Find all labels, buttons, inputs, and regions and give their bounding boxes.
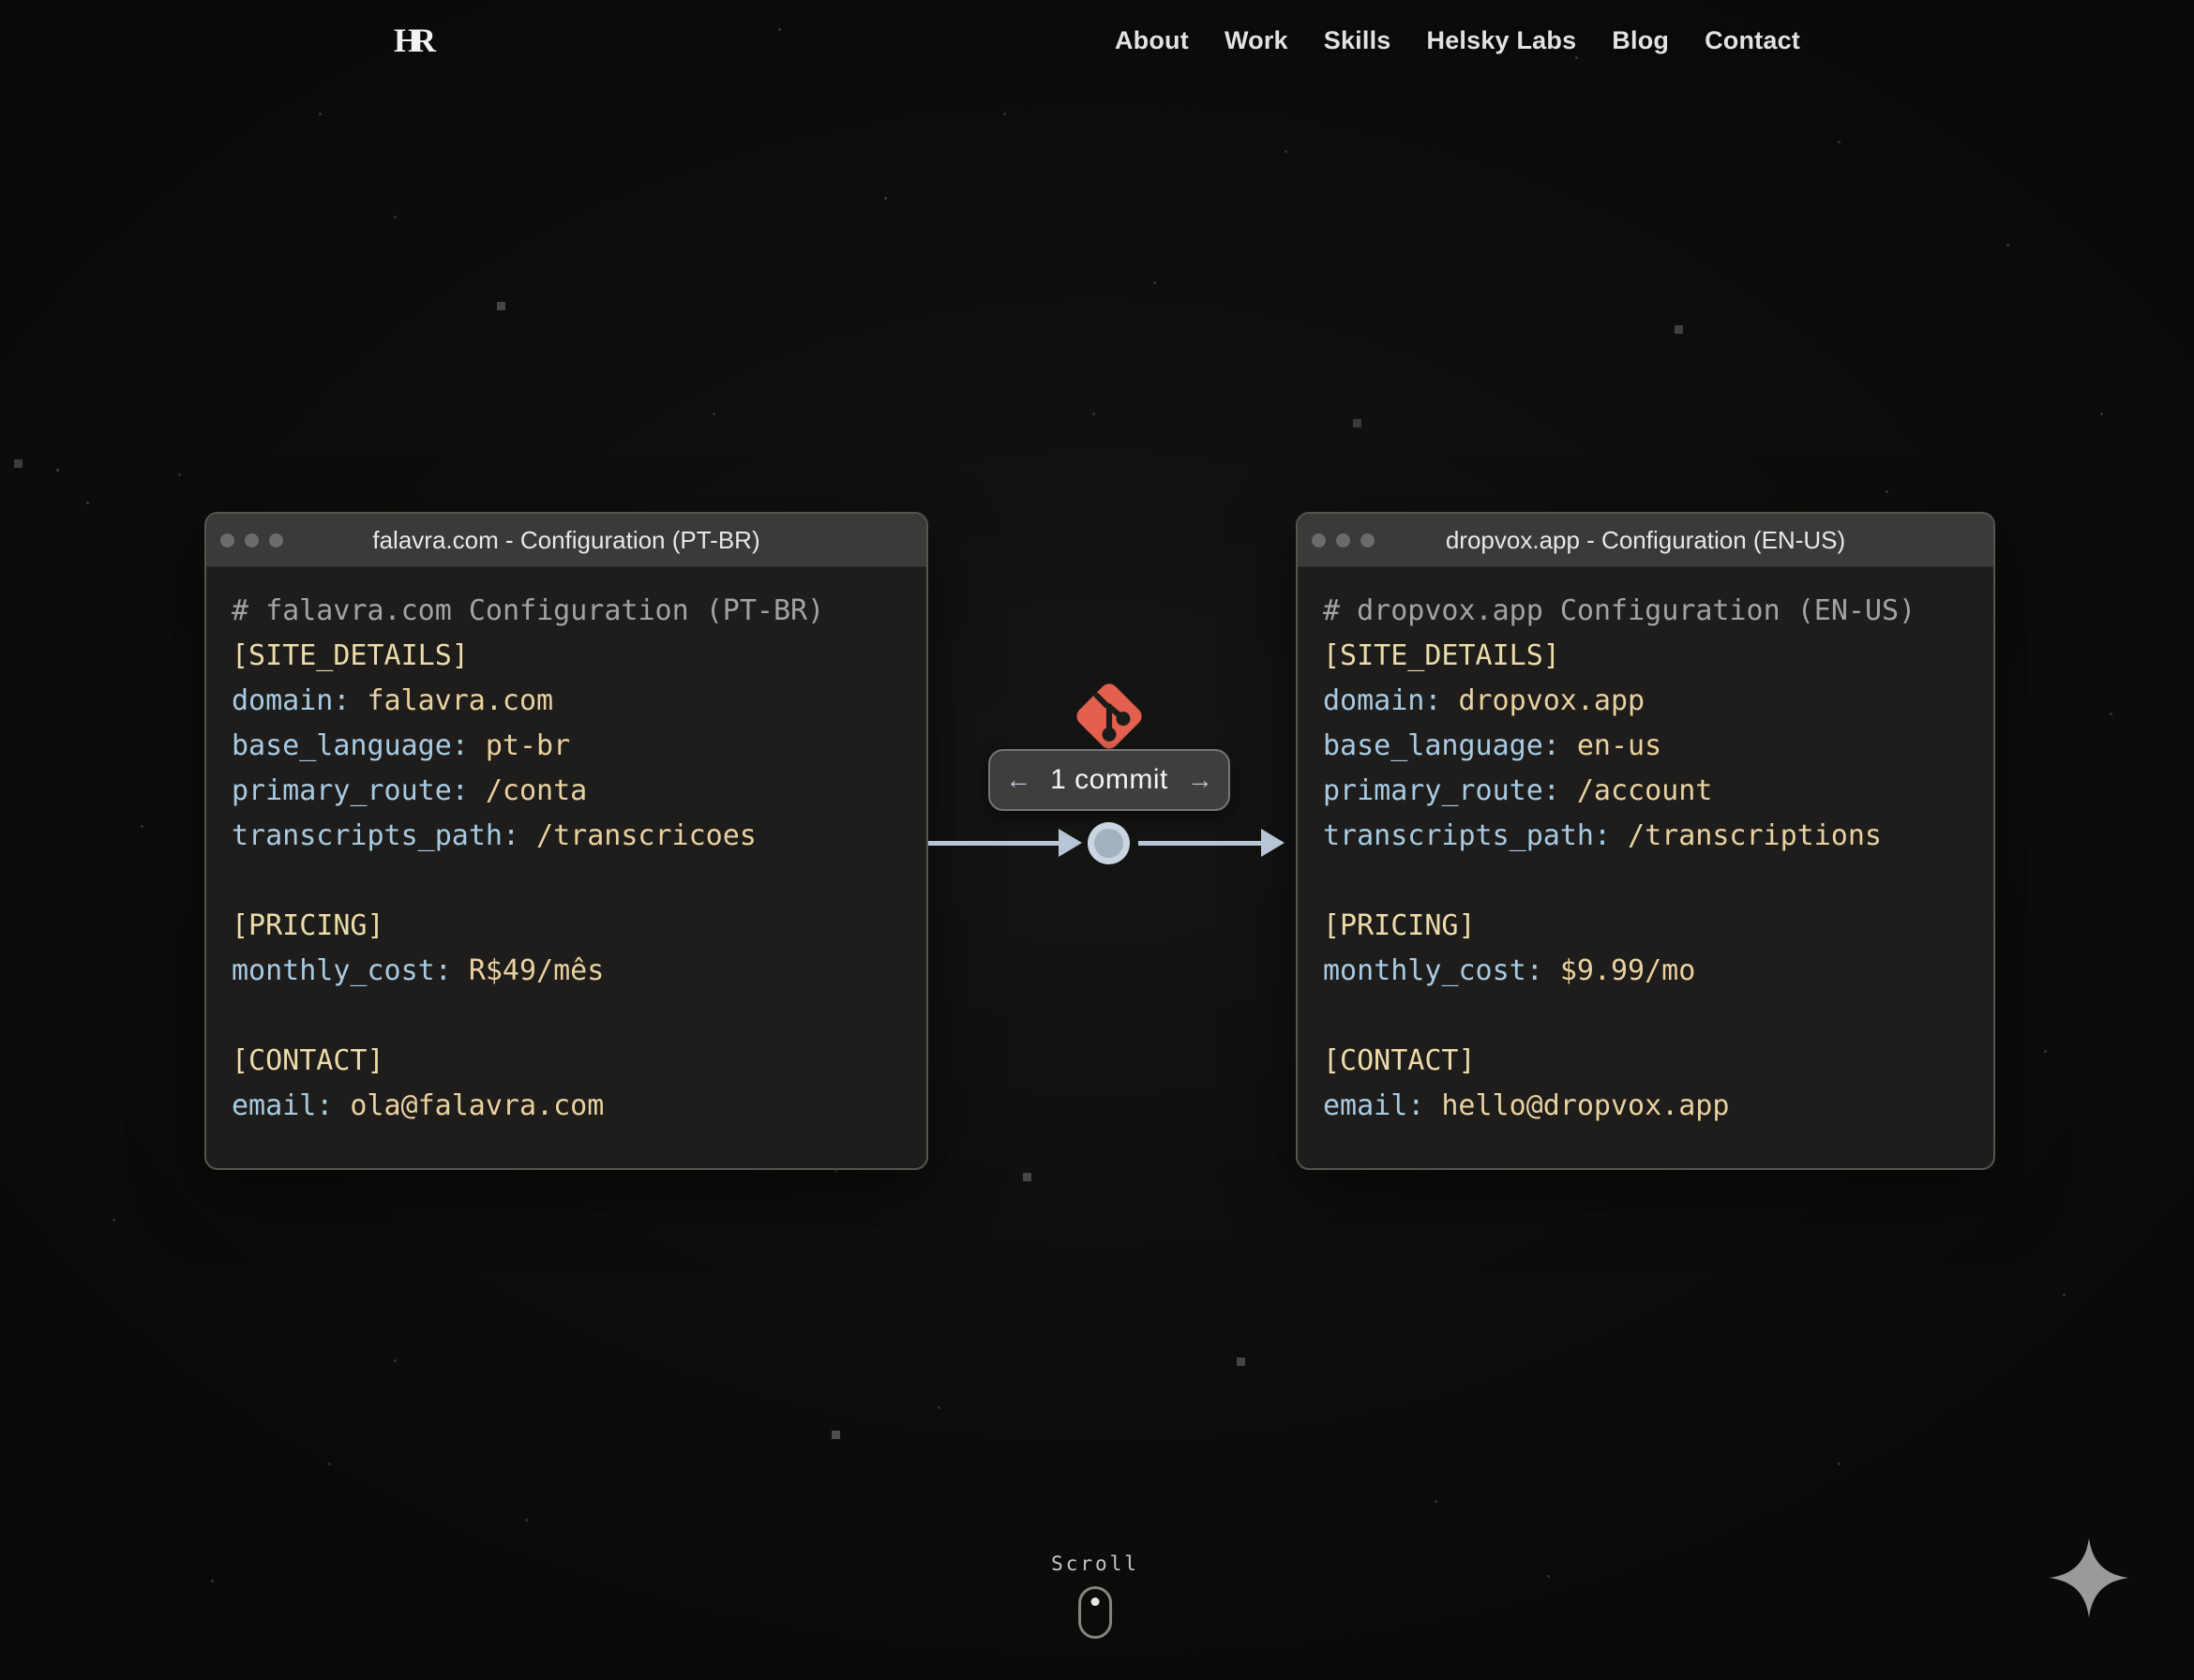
nav-item-contact[interactable]: Contact [1705, 26, 1800, 55]
site-logo[interactable]: HR [394, 21, 428, 60]
site-header: HR About Work Skills Helsky Labs Blog Co… [0, 0, 2194, 90]
code-line: base_language:pt-br [232, 724, 901, 769]
right-arrow-icon: → [1187, 765, 1213, 795]
code-line: base_language:en-us [1323, 724, 1968, 769]
code-section-header: [CONTACT] [1323, 1039, 1968, 1084]
code-comment: # dropvox.app Configuration (EN-US) [1323, 589, 1968, 634]
terminal-window-ptbr: falavra.com - Configuration (PT-BR) # fa… [204, 512, 928, 1170]
mouse-icon [1078, 1586, 1112, 1639]
nav-item-helsky-labs[interactable]: Helsky Labs [1427, 26, 1577, 55]
connector-line-right [1138, 841, 1262, 846]
code-line: domain:falavra.com [232, 679, 901, 724]
code-line: transcripts_path:/transcricoes [232, 814, 901, 859]
code-line: transcripts_path:/transcriptions [1323, 814, 1968, 859]
code-line: monthly_cost:$9.99/mo [1323, 949, 1968, 994]
nav-item-work[interactable]: Work [1225, 26, 1288, 55]
code-section-header: [PRICING] [1323, 904, 1968, 949]
connector-line-left [928, 841, 1059, 846]
commit-count-label: 1 commit [1050, 764, 1168, 796]
terminal-title: dropvox.app - Configuration (EN-US) [1298, 526, 1993, 555]
code-section-header: [CONTACT] [232, 1039, 901, 1084]
terminal-titlebar: falavra.com - Configuration (PT-BR) [206, 514, 926, 567]
sparkle-icon [2046, 1535, 2132, 1626]
code-line: email:ola@falavra.com [232, 1084, 901, 1129]
commit-count-badge: ← 1 commit → [988, 749, 1230, 811]
main-nav: About Work Skills Helsky Labs Blog Conta… [1115, 26, 1800, 55]
code-line: email:hello@dropvox.app [1323, 1084, 1968, 1129]
code-comment: # falavra.com Configuration (PT-BR) [232, 589, 901, 634]
commit-node-icon [1088, 822, 1130, 864]
code-line: monthly_cost:R$49/mês [232, 949, 901, 994]
code-section-header: [SITE_DETAILS] [232, 634, 901, 679]
terminal-titlebar: dropvox.app - Configuration (EN-US) [1298, 514, 1993, 567]
code-section-header: [PRICING] [232, 904, 901, 949]
scroll-label: Scroll [1051, 1552, 1139, 1575]
mouse-wheel-icon [1090, 1598, 1099, 1606]
code-line: primary_route:/conta [232, 769, 901, 814]
code-line: domain:dropvox.app [1323, 679, 1968, 724]
terminal-window-enus: dropvox.app - Configuration (EN-US) # dr… [1296, 512, 1995, 1170]
nav-item-skills[interactable]: Skills [1324, 26, 1391, 55]
terminal-title: falavra.com - Configuration (PT-BR) [206, 526, 926, 555]
code-line: primary_route:/account [1323, 769, 1968, 814]
nav-item-about[interactable]: About [1115, 26, 1189, 55]
nav-item-blog[interactable]: Blog [1612, 26, 1669, 55]
arrowhead-icon [1261, 829, 1285, 857]
code-section-header: [SITE_DETAILS] [1323, 634, 1968, 679]
left-arrow-icon: ← [1005, 765, 1031, 795]
scroll-indicator: Scroll [1051, 1552, 1139, 1639]
terminal-body: # falavra.com Configuration (PT-BR) [SIT… [206, 567, 926, 1150]
terminal-body: # dropvox.app Configuration (EN-US) [SIT… [1298, 567, 1993, 1150]
arrowhead-icon [1059, 829, 1082, 857]
